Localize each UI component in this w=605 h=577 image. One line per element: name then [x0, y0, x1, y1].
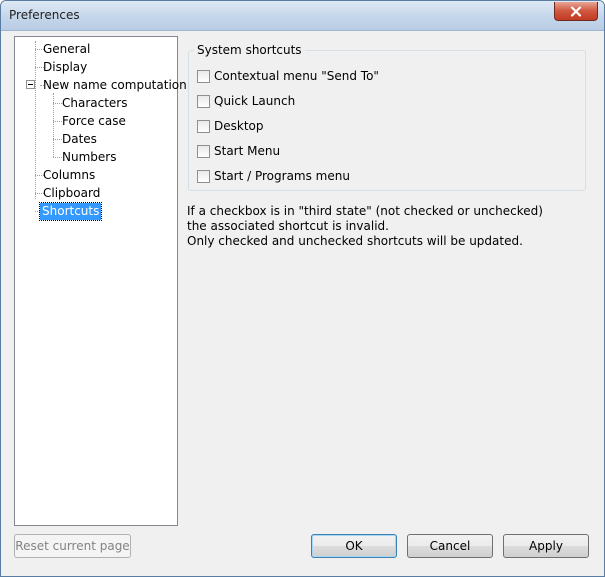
- checkbox-send-to[interactable]: Contextual menu "Send To": [197, 68, 379, 84]
- close-icon: [570, 5, 582, 17]
- checkbox-desktop[interactable]: Desktop: [197, 118, 264, 134]
- tree-item-characters[interactable]: Characters: [60, 95, 130, 112]
- tree-item-label: General: [43, 42, 91, 56]
- tree-item-numbers[interactable]: Numbers: [60, 149, 118, 166]
- reset-current-page-button[interactable]: Reset current page: [14, 534, 131, 558]
- tree-item-label: Columns: [43, 168, 96, 182]
- checkbox-box[interactable]: [197, 119, 210, 133]
- checkbox-label: Quick Launch: [214, 94, 296, 108]
- tree-item-shortcuts[interactable]: Shortcuts: [38, 202, 103, 221]
- checkbox-label: Start Menu: [214, 144, 281, 158]
- ok-button[interactable]: OK: [311, 534, 397, 558]
- tree-item-label: Clipboard: [43, 186, 101, 200]
- tree-item-force-case[interactable]: Force case: [60, 113, 128, 130]
- group-title: System shortcuts: [194, 43, 305, 57]
- tree-item-new-name-computation[interactable]: New name computation: [41, 77, 189, 94]
- tree-item-label: Force case: [62, 114, 126, 128]
- apply-button[interactable]: Apply: [503, 534, 589, 558]
- checkbox-label: Desktop: [214, 119, 264, 133]
- checkbox-label: Start / Programs menu: [214, 169, 350, 183]
- checkbox-quick-launch[interactable]: Quick Launch: [197, 93, 295, 109]
- checkbox-box[interactable]: [197, 144, 210, 158]
- tree-item-general[interactable]: General: [41, 41, 92, 58]
- tree-item-label: New name computation: [43, 78, 187, 92]
- checkbox-label: Contextual menu "Send To": [214, 69, 379, 83]
- info-line: If a checkbox is in "third state" (not c…: [187, 204, 543, 218]
- title-bar[interactable]: Preferences: [1, 1, 604, 31]
- checkbox-start-programs-menu[interactable]: Start / Programs menu: [197, 168, 350, 184]
- tree-item-clipboard[interactable]: Clipboard: [41, 185, 102, 202]
- window-title: Preferences: [9, 8, 80, 22]
- info-text: If a checkbox is in "third state" (not c…: [187, 204, 543, 249]
- tree-item-label: Characters: [62, 96, 128, 110]
- checkbox-box[interactable]: [197, 169, 210, 183]
- info-line: the associated shortcut is invalid.: [187, 219, 389, 233]
- tree-item-label: Shortcuts: [42, 204, 100, 218]
- checkbox-box[interactable]: [197, 94, 210, 108]
- tree-item-label: Dates: [62, 132, 97, 146]
- preferences-window: Preferences General Display New name com…: [0, 0, 605, 577]
- info-line: Only checked and unchecked shortcuts wil…: [187, 234, 523, 248]
- cancel-button[interactable]: Cancel: [407, 534, 493, 558]
- tree-item-dates[interactable]: Dates: [60, 131, 99, 148]
- tree-item-label: Numbers: [62, 150, 117, 164]
- tree-item-display[interactable]: Display: [41, 59, 89, 76]
- checkbox-start-menu[interactable]: Start Menu: [197, 143, 280, 159]
- tree-item-label: Display: [43, 60, 88, 74]
- category-tree[interactable]: General Display New name computation Cha…: [14, 36, 187, 526]
- close-button[interactable]: [554, 2, 598, 21]
- dialog-body: General Display New name computation Cha…: [2, 32, 603, 572]
- checkbox-box[interactable]: [197, 69, 210, 83]
- tree-item-columns[interactable]: Columns: [41, 167, 97, 184]
- collapse-toggle-icon[interactable]: [26, 80, 35, 89]
